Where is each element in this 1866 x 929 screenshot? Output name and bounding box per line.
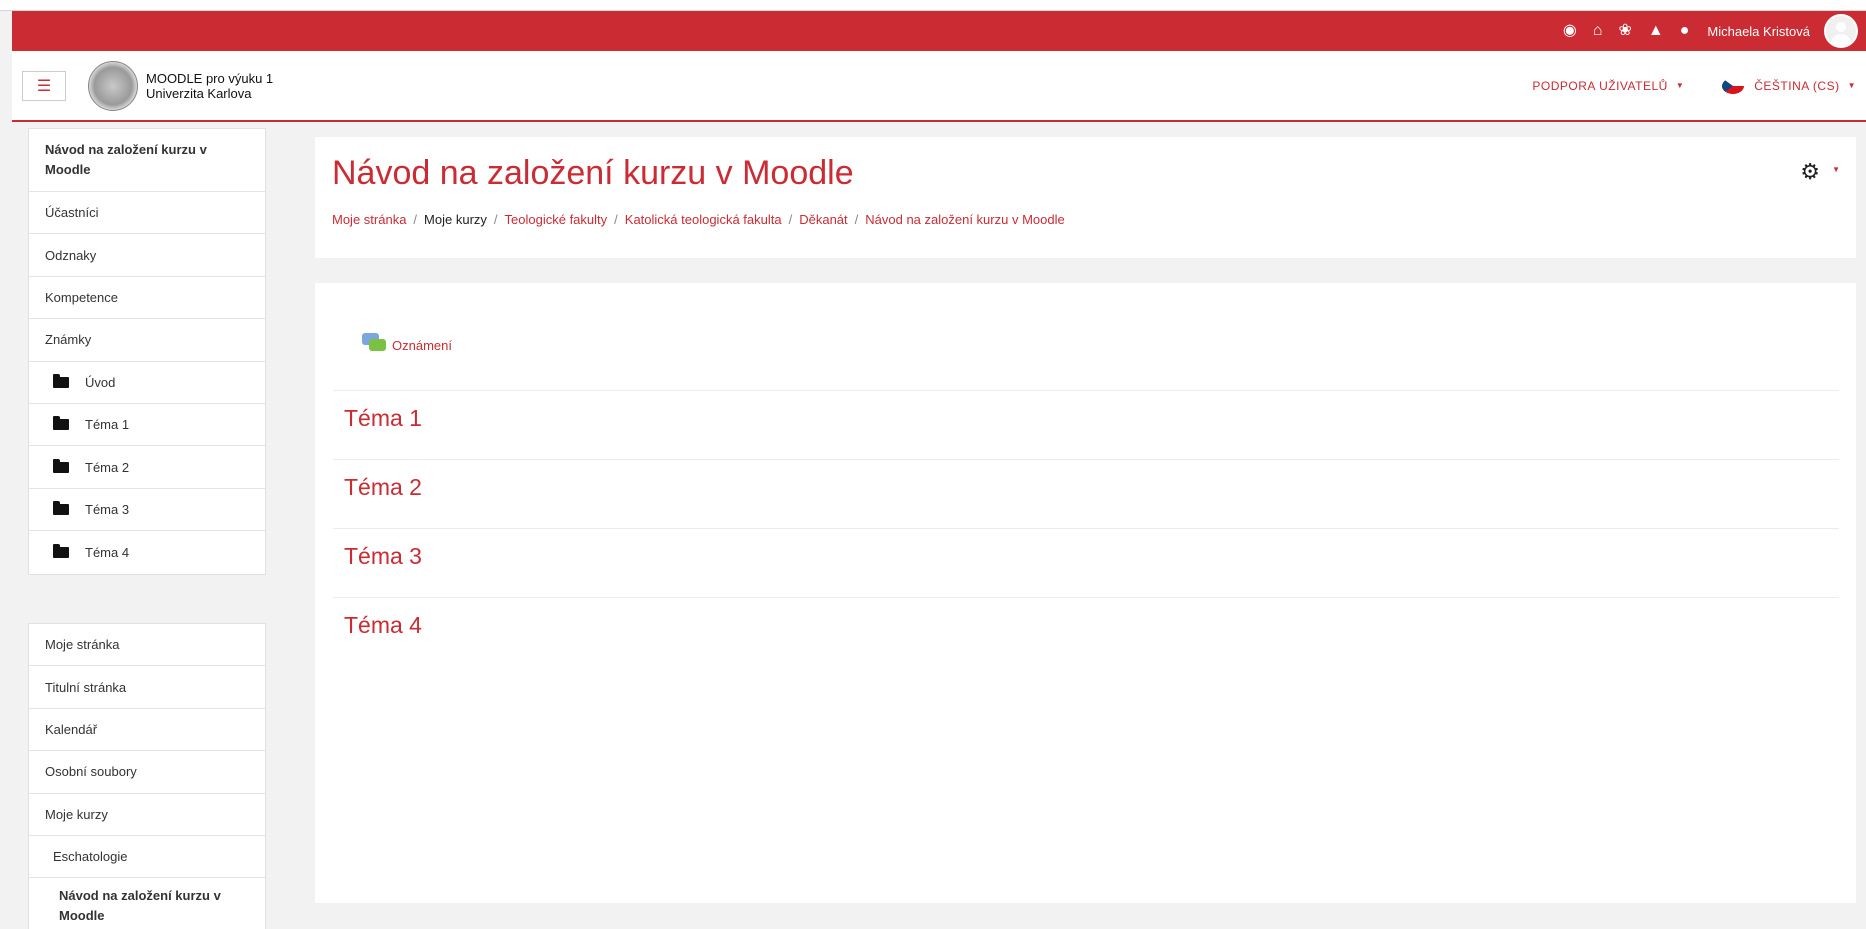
breadcrumb-separator: / <box>788 212 793 227</box>
folder-icon <box>53 416 69 431</box>
page-header: Návod na založení kurzu v Moodle ⚙ ▼ Moj… <box>315 137 1856 258</box>
hamburger-icon: ☰ <box>36 77 52 95</box>
breadcrumb-separator: / <box>493 212 498 227</box>
breadcrumb-item: Moje kurzy <box>424 212 487 227</box>
sidebar-item-label: Moje stránka <box>45 637 120 653</box>
top-bar: ◉ ⌂ ❀ ▲ ● Michaela Kristová <box>12 11 1866 51</box>
sidebar-item-label: Téma 2 <box>85 459 130 475</box>
language-menu[interactable]: ČEŠTINA (CS) ▼ <box>1722 77 1856 94</box>
sidebar-item-section-intro[interactable]: Úvod <box>29 362 265 404</box>
sidebar-item-label: Osobní soubory <box>45 764 137 780</box>
announcements-label: Oznámení <box>392 337 452 353</box>
sidebar-item-label: Téma 3 <box>85 501 130 517</box>
breadcrumb-item[interactable]: Moje stránka <box>332 212 406 227</box>
sidebar-item-dashboard[interactable]: Moje stránka <box>29 624 265 667</box>
sidebar-item-grades[interactable]: Známky <box>29 319 265 362</box>
sidebar-item-my-courses[interactable]: Moje kurzy <box>29 794 265 836</box>
folder-icon <box>53 500 69 515</box>
sidebar-item-site-home[interactable]: Titulní stránka <box>29 666 265 709</box>
sidebar-item-label: Odznaky <box>45 247 97 263</box>
site-navigation: Moje stránka Titulní stránka Kalendář Os… <box>28 623 266 929</box>
sidebar-item-label: Titulní stránka <box>45 679 127 695</box>
course-content: Oznámení Téma 1 Téma 2 Téma 3 Téma 4 <box>315 283 1856 903</box>
user-name[interactable]: Michaela Kristová <box>1707 24 1810 39</box>
section-2: Téma 2 <box>333 459 1839 528</box>
chat-icon[interactable]: ● <box>1680 23 1690 39</box>
sidebar-item-label: Eschatologie <box>53 849 128 865</box>
site-navbar: ☰ MOODLE pro výuku 1 Univerzita Karlova … <box>12 51 1866 122</box>
breadcrumb-separator: / <box>614 212 618 227</box>
language-menu-label: ČEŠTINA (CS) <box>1754 78 1840 93</box>
sidebar-item-section-2[interactable]: Téma 2 <box>29 446 265 489</box>
sidebar-item-label: Moje kurzy <box>45 806 108 822</box>
breadcrumb-separator: / <box>413 212 418 227</box>
university-seal-logo[interactable] <box>88 60 138 111</box>
folder-icon <box>53 458 69 473</box>
breadcrumb-separator: / <box>854 212 859 227</box>
section-3: Téma 3 <box>333 528 1839 597</box>
window-top-strip <box>0 0 1866 11</box>
sidebar-item-label: Téma 1 <box>85 417 130 433</box>
sidebar-item-label: Kalendář <box>45 721 98 737</box>
section-1: Téma 1 <box>333 390 1839 459</box>
section-title[interactable]: Téma 3 <box>344 543 422 570</box>
gear-icon[interactable]: ⚙ <box>1800 159 1820 185</box>
section-title[interactable]: Téma 2 <box>344 474 422 501</box>
hamburger-menu-button[interactable]: ☰ <box>22 70 66 101</box>
section-4: Téma 4 <box>333 597 1839 666</box>
sidebar-item-badges[interactable]: Odznaky <box>29 234 265 277</box>
sidebar-item-section-3[interactable]: Téma 3 <box>29 489 265 532</box>
page-title: Návod na založení kurzu v Moodle <box>332 154 854 192</box>
czech-flag-icon <box>1722 77 1745 94</box>
forum-icon <box>362 333 386 353</box>
home-icon[interactable]: ⌂ <box>1593 23 1603 39</box>
folder-icon <box>53 373 69 388</box>
site-brand[interactable]: MOODLE pro výuku 1 Univerzita Karlova <box>146 71 273 101</box>
bell-icon[interactable]: ▲ <box>1648 23 1664 39</box>
sidebar-item-label: Téma 4 <box>85 544 130 560</box>
sidebar-item-section-1[interactable]: Téma 1 <box>29 404 265 447</box>
sidebar-item-course-eschatology[interactable]: Eschatologie <box>29 836 265 879</box>
breadcrumb-item[interactable]: Katolická teologická fakulta <box>625 212 782 227</box>
folder-icon <box>53 543 69 558</box>
caret-down-icon: ▼ <box>1675 81 1685 90</box>
caret-down-icon[interactable]: ▼ <box>1832 165 1840 174</box>
breadcrumb-item[interactable]: Návod na založení kurzu v Moodle <box>865 212 1064 227</box>
brand-line-2: Univerzita Karlova <box>146 85 252 101</box>
breadcrumb-item[interactable]: Děkanát <box>799 212 847 227</box>
section-title[interactable]: Téma 4 <box>344 612 422 639</box>
sidebar-item-section-4[interactable]: Téma 4 <box>29 531 265 573</box>
sidebar-item-label: Návod na založení kurzu v Moodle <box>59 887 221 923</box>
breadcrumb: Moje stránka / Moje kurzy / Teologické f… <box>332 212 1065 227</box>
avatar[interactable] <box>1824 14 1858 48</box>
dashboard-icon[interactable]: ◉ <box>1563 23 1577 39</box>
sidebar-item-label: Známky <box>45 332 92 348</box>
sidebar-item-course-current[interactable]: Návod na založení kurzu v Moodle <box>29 878 265 929</box>
sidebar-item-competencies[interactable]: Kompetence <box>29 277 265 320</box>
sidebar-item-course-home[interactable]: Návod na založení kurzu v Moodle <box>29 129 265 192</box>
section-title[interactable]: Téma 1 <box>344 405 422 432</box>
navbar-right: PODPORA UŽIVATELŮ ▼ ČEŠTINA (CS) ▼ <box>1494 77 1866 94</box>
cubes-icon[interactable]: ❀ <box>1618 23 1631 39</box>
announcements-link[interactable]: Oznámení <box>362 333 452 353</box>
support-menu-label: PODPORA UŽIVATELŮ <box>1532 78 1668 93</box>
sidebar-item-label: Účastníci <box>45 205 99 221</box>
course-navigation: Návod na založení kurzu v Moodle Účastní… <box>28 128 266 575</box>
sidebar-item-label: Návod na založení kurzu v Moodle <box>45 142 207 177</box>
breadcrumb-item[interactable]: Teologické fakulty <box>505 212 608 227</box>
sidebar-item-label: Úvod <box>85 374 116 390</box>
sidebar-item-calendar[interactable]: Kalendář <box>29 709 265 752</box>
brand-line-1: MOODLE pro výuku 1 <box>146 70 274 86</box>
sidebar-item-private-files[interactable]: Osobní soubory <box>29 751 265 794</box>
support-menu[interactable]: PODPORA UŽIVATELŮ ▼ <box>1532 79 1684 93</box>
sidebar-item-participants[interactable]: Účastníci <box>29 192 265 235</box>
caret-down-icon: ▼ <box>1847 81 1856 90</box>
sidebar-item-label: Kompetence <box>45 289 118 305</box>
